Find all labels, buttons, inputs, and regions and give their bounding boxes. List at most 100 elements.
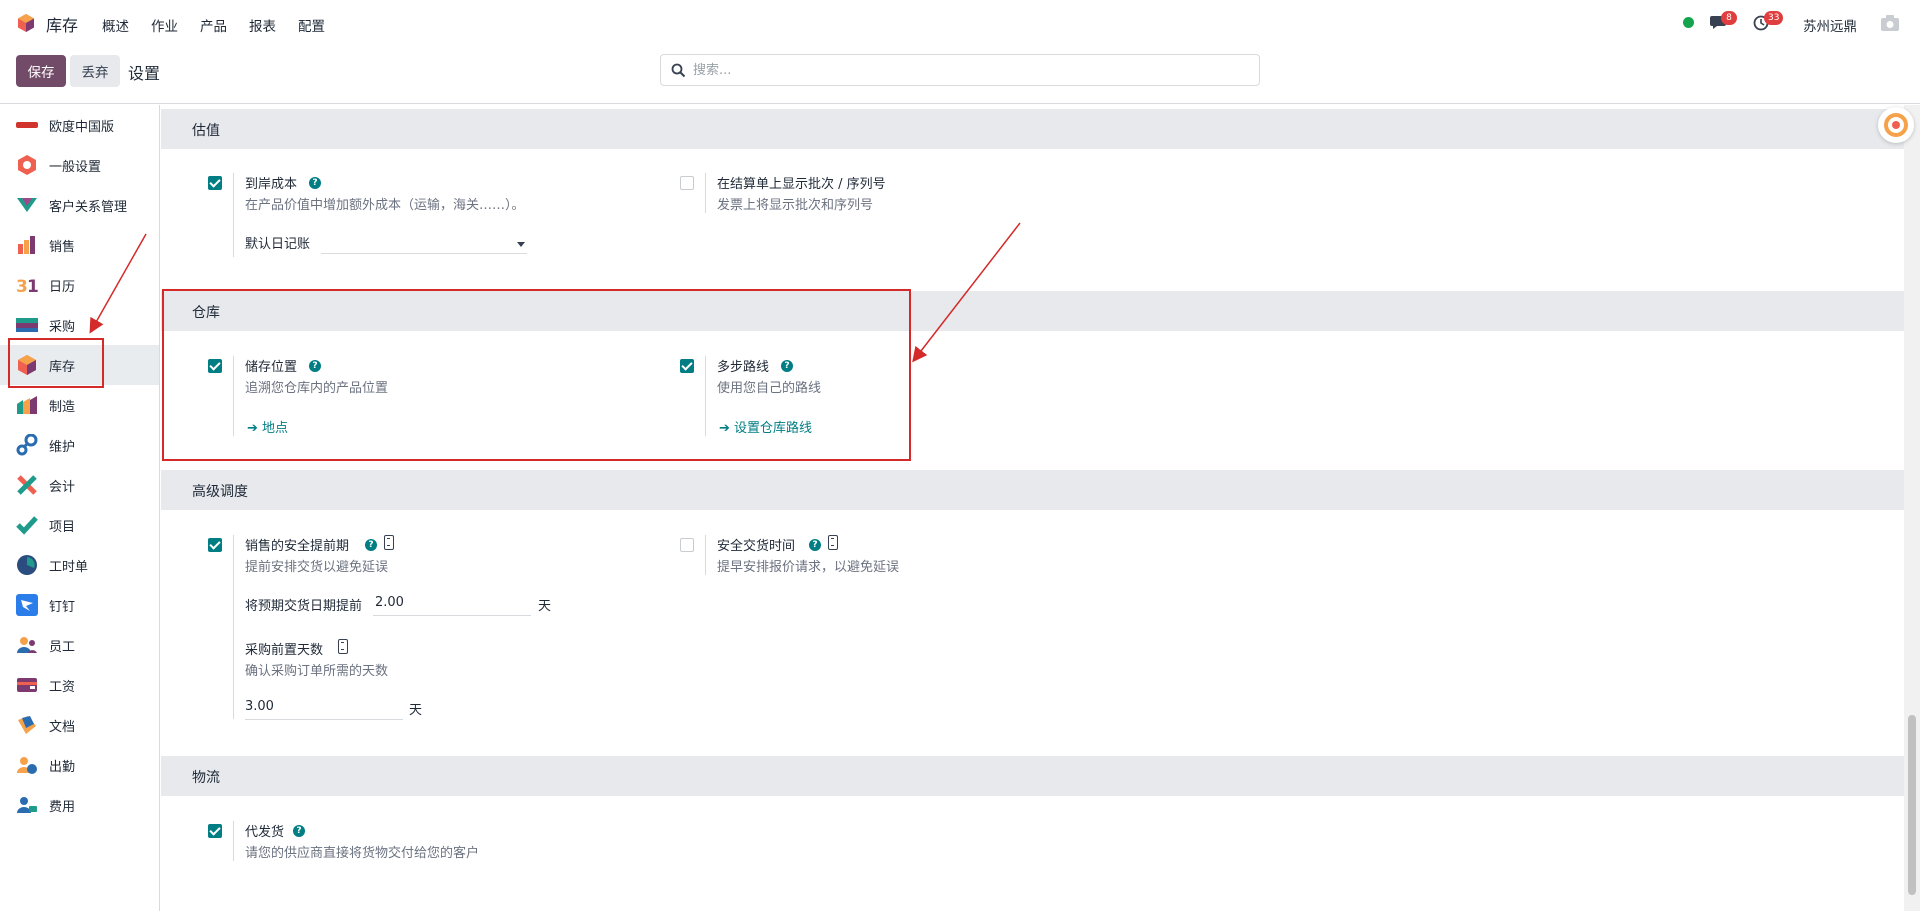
svg-text:1: 1 xyxy=(27,277,38,296)
setting-description: 确认采购订单所需的天数 xyxy=(245,664,389,679)
section-valuation-header: 估值 xyxy=(161,109,1904,149)
maintenance-icon xyxy=(16,434,38,456)
sidebar-item-attendance[interactable]: 出勤 xyxy=(0,745,159,785)
setting-divider xyxy=(705,535,706,575)
setting-title: 销售的安全提前期 xyxy=(245,539,350,554)
sidebar-item-label: 制造 xyxy=(49,399,76,415)
sidebar-item-label: 维护 xyxy=(49,439,76,455)
help-icon[interactable]: ? xyxy=(809,539,821,551)
help-icon[interactable]: ? xyxy=(365,539,377,551)
security-lead-time-checkbox[interactable] xyxy=(680,538,694,552)
sidebar-item-odoo-china[interactable]: 欧度中国版 xyxy=(0,105,159,145)
annotation-box-inventory-menu xyxy=(8,338,104,388)
sidebar-item-label: 项目 xyxy=(49,519,76,535)
sales-icon xyxy=(18,236,35,254)
sidebar-item-label: 会计 xyxy=(49,479,76,495)
dropship-checkbox[interactable] xyxy=(208,824,222,838)
content-scrollbar[interactable] xyxy=(1904,105,1920,911)
sidebar-item-manufacturing[interactable]: 制造 xyxy=(0,385,159,425)
sidebar-item-label: 欧度中国版 xyxy=(49,119,115,135)
page-title: 设置 xyxy=(128,64,161,83)
sidebar-item-employees[interactable]: 员工 xyxy=(0,625,159,665)
annotation-box-warehouse-section xyxy=(162,289,911,461)
user-avatar-camera-icon[interactable] xyxy=(1880,14,1900,32)
section-title: 估值 xyxy=(192,123,220,139)
sidebar-item-dingtalk[interactable]: 钉钉 xyxy=(0,585,159,625)
section-title: 高级调度 xyxy=(192,484,248,500)
sidebar-item-project[interactable]: 项目 xyxy=(0,505,159,545)
sales-security-lead-checkbox[interactable] xyxy=(208,538,222,552)
setting-description: 发票上将显示批次和序列号 xyxy=(717,198,874,213)
landed-cost-checkbox[interactable] xyxy=(208,176,222,190)
field-label: 默认日记账 xyxy=(245,237,311,252)
setting-description: 请您的供应商直接将货物交付给您的客户 xyxy=(245,846,480,861)
dingtalk-icon xyxy=(16,594,38,616)
manufacturing-icon xyxy=(17,396,37,414)
project-icon xyxy=(16,516,38,535)
sales-lead-days-input[interactable]: 2.00 xyxy=(375,595,404,610)
company-setting-icon xyxy=(384,535,394,550)
activity-count-badge: 33 xyxy=(1764,11,1784,25)
sidebar-item-label: 采购 xyxy=(49,319,76,335)
setting-divider xyxy=(705,173,706,213)
odoo-china-icon xyxy=(16,122,38,128)
company-setting-icon xyxy=(828,535,838,550)
sidebar-item-label: 日历 xyxy=(49,279,76,295)
online-status-indicator xyxy=(1683,17,1694,28)
sidebar-item-label: 出勤 xyxy=(49,759,76,775)
crm-icon xyxy=(17,198,37,212)
search-input[interactable] xyxy=(693,60,1233,80)
unit-label: 天 xyxy=(409,703,423,718)
sidebar-item-payroll[interactable]: 工资 xyxy=(0,665,159,705)
sidebar-item-calendar[interactable]: 31 日历 xyxy=(0,265,159,305)
sidebar-item-maintenance[interactable]: 维护 xyxy=(0,425,159,465)
purchase-lead-days-input[interactable]: 3.00 xyxy=(245,699,274,714)
help-icon[interactable]: ? xyxy=(309,177,321,189)
setting-divider xyxy=(233,821,234,861)
save-button[interactable]: 保存 xyxy=(16,55,66,87)
chat-count-badge: 8 xyxy=(1721,11,1737,25)
menu-operations[interactable]: 作业 xyxy=(151,15,178,35)
sidebar-item-sales[interactable]: 销售 xyxy=(0,225,159,265)
expenses-icon xyxy=(17,797,37,813)
section-advanced-scheduling-header: 高级调度 xyxy=(161,470,1904,510)
discard-button[interactable]: 丢弃 xyxy=(70,55,120,87)
company-switcher[interactable]: 苏州远鼎 xyxy=(1803,15,1857,35)
default-journal-select[interactable] xyxy=(321,253,527,254)
scrollbar-thumb[interactable] xyxy=(1908,715,1916,895)
sidebar-item-accounting[interactable]: 会计 xyxy=(0,465,159,505)
setting-title: 在结算单上显示批次 / 序列号 xyxy=(717,177,886,192)
company-setting-icon xyxy=(338,639,348,654)
calendar-icon: 31 xyxy=(16,277,38,296)
setting-description: 提前安排交货以避免延误 xyxy=(245,560,389,575)
menu-products[interactable]: 产品 xyxy=(200,15,227,35)
setting-divider xyxy=(233,535,234,719)
lot-on-invoice-checkbox[interactable] xyxy=(680,176,694,190)
control-panel: 保存 丢弃 设置 xyxy=(0,46,1920,104)
app-title[interactable]: 库存 xyxy=(46,12,78,36)
sidebar-item-timesheet[interactable]: 工时单 xyxy=(0,545,159,585)
sidebar-item-general-settings[interactable]: 一般设置 xyxy=(0,145,159,185)
settings-search-box[interactable] xyxy=(660,54,1260,86)
help-icon[interactable]: ? xyxy=(293,825,305,837)
menu-configuration[interactable]: 配置 xyxy=(298,15,325,35)
sidebar-item-label: 文档 xyxy=(49,719,76,735)
setting-description: 提早安排报价请求，以避免延误 xyxy=(717,560,900,575)
menu-overview[interactable]: 概述 xyxy=(102,15,129,35)
settings-content: 估值 到岸成本 ? 在产品价值中增加额外成本（运输，海关……）。 默认日记账 在… xyxy=(161,105,1904,911)
input-underline xyxy=(373,615,531,616)
setting-title: 安全交货时间 xyxy=(717,539,796,554)
sidebar-item-expenses[interactable]: 费用 xyxy=(0,785,159,825)
sidebar-item-label: 客户关系管理 xyxy=(49,199,128,215)
assistant-icon xyxy=(1884,113,1908,137)
floating-assistant-button[interactable] xyxy=(1878,107,1914,143)
employees-icon xyxy=(17,637,37,653)
sidebar-item-crm[interactable]: 客户关系管理 xyxy=(0,185,159,225)
inventory-app-icon[interactable] xyxy=(16,13,36,33)
menu-reporting[interactable]: 报表 xyxy=(249,15,276,35)
sidebar-item-label: 钉钉 xyxy=(49,599,76,615)
chevron-down-icon[interactable] xyxy=(517,242,525,247)
general-settings-icon xyxy=(18,155,36,175)
sidebar-item-documents[interactable]: 文档 xyxy=(0,705,159,745)
sidebar-item-label: 员工 xyxy=(49,639,76,655)
